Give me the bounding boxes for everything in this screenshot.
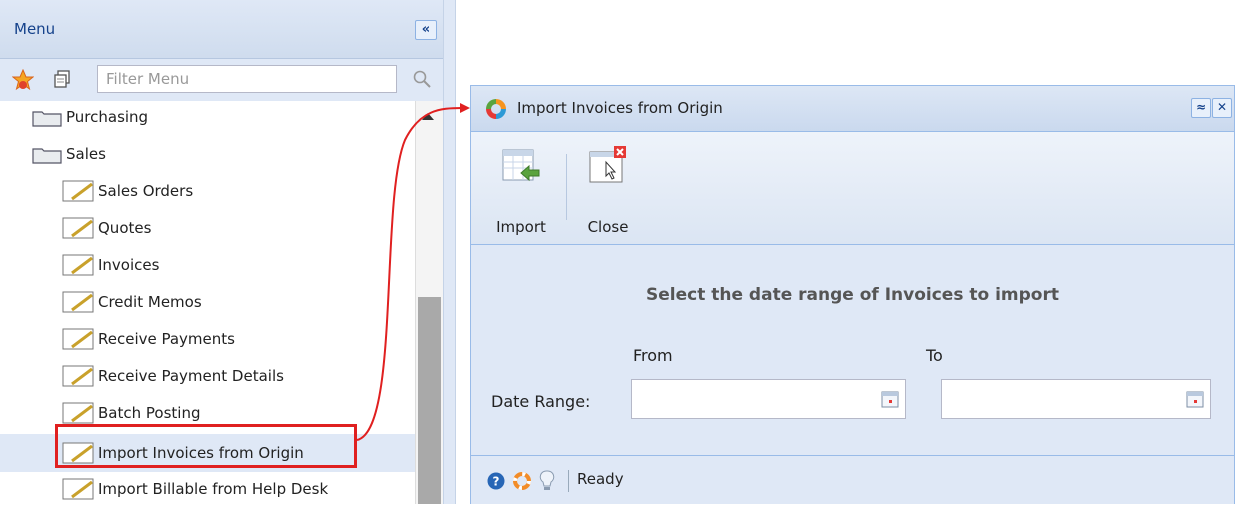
scroll-up-arrow-icon[interactable]	[422, 113, 434, 120]
close-window-button[interactable]: ✕	[1212, 98, 1232, 118]
tree-item-quotes[interactable]: Quotes	[0, 212, 415, 244]
dialog-body: Select the date range of Invoices to imp…	[471, 245, 1234, 455]
status-bar: ? Ready	[471, 455, 1234, 504]
app-logo-icon	[486, 99, 506, 119]
menu-title: Menu	[14, 20, 56, 38]
import-invoices-dialog: Import Invoices from Origin ≈ ✕ Import C…	[470, 85, 1235, 504]
close-button-label: Close	[587, 218, 629, 236]
screen-edit-icon	[62, 328, 94, 350]
dialog-header[interactable]: Import Invoices from Origin ≈ ✕	[471, 86, 1234, 132]
status-text: Ready	[577, 470, 624, 488]
screen-edit-icon	[62, 291, 94, 313]
date-range-label: Date Range:	[491, 392, 591, 411]
folder-icon	[32, 111, 62, 127]
scrollbar-thumb[interactable]	[418, 297, 441, 504]
close-window-icon	[589, 146, 626, 183]
tree-item-label: Import Billable from Help Desk	[98, 480, 329, 498]
dialog-title: Import Invoices from Origin	[517, 99, 723, 117]
svg-text:?: ?	[493, 475, 500, 489]
screen-edit-icon	[62, 365, 94, 387]
import-icon	[502, 149, 540, 182]
menu-toolbar	[0, 59, 443, 101]
search-icon[interactable]	[412, 69, 432, 89]
lightbulb-icon[interactable]	[539, 470, 555, 492]
calendar-icon[interactable]	[881, 390, 899, 408]
close-button[interactable]: Close	[577, 132, 639, 244]
instruction-text: Select the date range of Invoices to imp…	[646, 285, 1059, 305]
tree-item-credit-memos[interactable]: Credit Memos	[0, 286, 415, 318]
menu-header: Menu «	[0, 0, 443, 59]
screen-edit-icon	[62, 402, 94, 424]
tree-item-receive-payment-details[interactable]: Receive Payment Details	[0, 360, 415, 392]
favorites-icon[interactable]	[12, 69, 34, 91]
from-date-input[interactable]	[632, 380, 881, 418]
filter-menu-input[interactable]	[97, 65, 397, 93]
folder-icon	[32, 148, 62, 164]
from-label: From	[633, 346, 673, 365]
to-date-input[interactable]	[942, 380, 1186, 418]
menu-scrollbar[interactable]	[415, 101, 444, 504]
screen-edit-icon	[62, 478, 94, 500]
tree-item-invoices[interactable]: Invoices	[0, 249, 415, 281]
tree-folder-sales[interactable]: Sales	[0, 138, 415, 170]
tree-item-label: Invoices	[98, 256, 160, 274]
status-separator	[568, 470, 569, 492]
support-lifebuoy-icon[interactable]	[513, 472, 531, 490]
from-date-field	[631, 379, 906, 419]
dialog-toolbar: Import Close	[471, 132, 1234, 245]
tree-folder-purchasing[interactable]: Purchasing	[0, 101, 415, 133]
collapse-menu-button[interactable]: «	[415, 20, 437, 40]
tree-item-label: Sales	[66, 145, 106, 163]
maximize-button[interactable]: ≈	[1191, 98, 1211, 118]
toolbar-separator	[566, 154, 567, 220]
tree-item-label: Receive Payment Details	[98, 367, 284, 385]
menu-panel: Menu « Purchasing Sales Sales Ord	[0, 0, 444, 505]
tree-item-label: Receive Payments	[98, 330, 235, 348]
tree-item-label: Purchasing	[66, 108, 149, 126]
screen-edit-icon	[62, 254, 94, 276]
tree-item-label: Credit Memos	[98, 293, 202, 311]
import-button[interactable]: Import	[485, 132, 557, 244]
screen-edit-icon	[62, 180, 94, 202]
help-icon[interactable]: ?	[487, 472, 505, 490]
to-label: To	[926, 346, 943, 365]
tree-item-label: Sales Orders	[98, 182, 194, 200]
tree-item-receive-payments[interactable]: Receive Payments	[0, 323, 415, 355]
calendar-icon[interactable]	[1186, 390, 1204, 408]
annotation-highlight-box	[55, 424, 357, 468]
panel-splitter[interactable]	[443, 0, 456, 504]
to-date-field	[941, 379, 1211, 419]
tree-item-label: Quotes	[98, 219, 152, 237]
tree-item-import-billable-from-help-desk[interactable]: Import Billable from Help Desk	[0, 473, 415, 505]
copy-icon[interactable]	[52, 69, 72, 89]
import-button-label: Import	[496, 218, 546, 236]
screen-edit-icon	[62, 217, 94, 239]
tree-item-sales-orders[interactable]: Sales Orders	[0, 175, 415, 207]
